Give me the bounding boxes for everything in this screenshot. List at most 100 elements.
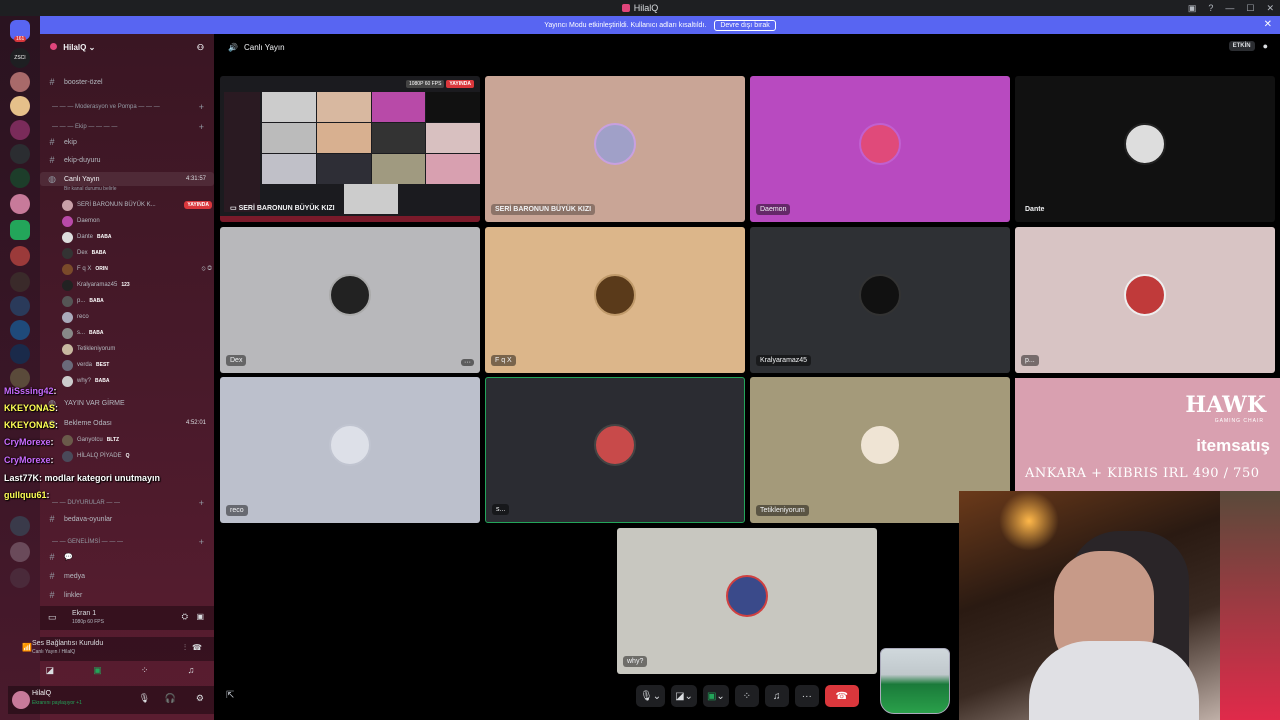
voice-user[interactable]: reco bbox=[62, 309, 212, 325]
more-button[interactable]: ··· bbox=[794, 685, 819, 707]
voice-user[interactable]: Daemon bbox=[62, 213, 212, 229]
participant-tile[interactable]: Dante bbox=[1015, 76, 1275, 222]
channel-ekip[interactable]: # ekip bbox=[40, 135, 214, 149]
server-icon[interactable] bbox=[10, 296, 30, 316]
stop-stream-icon[interactable]: ▣ bbox=[196, 612, 204, 621]
help-icon[interactable]: ? bbox=[1208, 3, 1213, 13]
voice-user[interactable]: why? BABA bbox=[62, 373, 212, 389]
noise-suppression-icon[interactable]: ⫶ bbox=[184, 643, 186, 653]
add-channel-icon[interactable]: + bbox=[199, 122, 204, 132]
stream-settings-icon[interactable]: ⛭ bbox=[182, 612, 188, 622]
channel-bekleme-odasi[interactable]: ◍ Bekleme Odası 4:52:01 bbox=[40, 416, 214, 430]
voice-user[interactable]: F q X ORIN ⦸ ◎ bbox=[62, 261, 212, 277]
activities-icon[interactable]: ⁘ bbox=[141, 665, 149, 676]
voice-user[interactable]: verda BEST bbox=[62, 357, 212, 373]
chat-text: : bbox=[50, 437, 54, 447]
channel-unnamed[interactable]: # 💬 bbox=[40, 550, 214, 564]
camera-off-icon[interactable]: ◪ bbox=[46, 665, 55, 676]
server-icon[interactable] bbox=[10, 168, 30, 188]
voice-user[interactable]: Tetikleniyorum bbox=[62, 341, 212, 357]
voice-location[interactable]: Canlı Yayın / HilalQ bbox=[32, 649, 75, 655]
hash-icon: # bbox=[49, 590, 55, 600]
inbox-icon[interactable]: ▣ bbox=[1188, 3, 1197, 14]
channel-yayin-var-girme[interactable]: ◍ YAYIN VAR GİRME bbox=[40, 396, 214, 410]
category-ekip[interactable]: — — — Ekip — — — — + bbox=[40, 120, 214, 134]
avatar bbox=[329, 423, 371, 466]
add-channel-icon[interactable]: + bbox=[199, 537, 204, 547]
voice-user[interactable]: p... BABA bbox=[62, 293, 212, 309]
headphones-icon[interactable]: 🎧 bbox=[165, 693, 176, 704]
server-header[interactable]: HilalQ ⌄ ⚇ bbox=[40, 34, 214, 60]
participant-tile[interactable]: Dex ··· bbox=[220, 227, 480, 373]
participant-tile[interactable]: why? bbox=[617, 528, 877, 674]
voice-user[interactable]: Kralyaramaz45 123 bbox=[62, 277, 212, 293]
server-icon[interactable] bbox=[10, 568, 30, 588]
participant-tile[interactable]: F q X bbox=[485, 227, 745, 373]
voice-user[interactable]: Dante BABA bbox=[62, 229, 212, 245]
bowl-graphic bbox=[880, 648, 950, 714]
channel-linkler[interactable]: # linkler bbox=[40, 588, 214, 602]
add-channel-icon[interactable]: + bbox=[199, 498, 204, 508]
mute-button[interactable]: 🎙 ⌄ bbox=[636, 685, 666, 707]
channel-ekip-duyuru[interactable]: # ekip-duyuru bbox=[40, 153, 214, 167]
server-icon[interactable] bbox=[10, 344, 30, 364]
server-icon[interactable] bbox=[10, 320, 30, 340]
popout-icon[interactable]: ⇱ bbox=[226, 690, 234, 701]
server-icon[interactable] bbox=[10, 368, 30, 388]
activities-icon: ⁘ bbox=[742, 690, 751, 702]
category-genelimsi[interactable]: — — GENELİMSİ — — — + bbox=[40, 535, 214, 549]
screen-share-icon[interactable]: ▣ bbox=[93, 665, 102, 676]
soundboard-icon[interactable]: ♫ bbox=[188, 665, 195, 675]
voice-user[interactable]: Dex BABA bbox=[62, 245, 212, 261]
server-icon[interactable] bbox=[10, 542, 30, 562]
channel-bedava-oyunlar[interactable]: # bedava-oyunlar bbox=[40, 512, 214, 526]
settings-gear-icon[interactable]: ⚙ bbox=[196, 693, 204, 704]
maximize-button[interactable]: ☐ bbox=[1246, 3, 1254, 14]
leave-call-button[interactable]: ☎ bbox=[824, 685, 859, 707]
participant-tile[interactable]: s... bbox=[485, 377, 745, 523]
soundboard-button[interactable]: ♫ bbox=[764, 685, 789, 707]
add-channel-icon[interactable]: + bbox=[199, 102, 204, 112]
channel-booster-ozel[interactable]: # booster-özel bbox=[40, 75, 214, 89]
server-icon[interactable] bbox=[10, 120, 30, 140]
voice-user[interactable]: Ganyotcu BLTZ bbox=[62, 432, 212, 448]
activity-button[interactable]: ETKİN bbox=[1228, 41, 1255, 51]
close-icon[interactable]: ✕ bbox=[1264, 19, 1272, 30]
disable-streamer-mode-button[interactable]: Devre dışı bırak bbox=[714, 19, 776, 31]
participant-tile[interactable]: Kralyaramaz45 bbox=[750, 227, 1010, 373]
chat-icon[interactable]: ● bbox=[1263, 41, 1268, 51]
more-options-icon[interactable]: ··· bbox=[461, 359, 474, 366]
server-icon-zsci[interactable]: ZSCI bbox=[10, 48, 30, 68]
close-window-button[interactable]: ✕ bbox=[1266, 3, 1274, 14]
channel-canli-yayin[interactable]: ◍ Canlı Yayın 4:31:57 bbox=[40, 172, 214, 186]
minimize-button[interactable]: — bbox=[1225, 3, 1234, 13]
category-duyurular[interactable]: — — DUYURULAR — — + bbox=[40, 496, 214, 510]
participant-tile[interactable]: reco bbox=[220, 377, 480, 523]
server-icon[interactable] bbox=[10, 144, 30, 164]
chat-text: : bbox=[55, 420, 59, 430]
channel-medya[interactable]: # medya bbox=[40, 569, 214, 583]
avatar[interactable] bbox=[12, 691, 30, 709]
add-member-icon[interactable]: ⚇ bbox=[197, 43, 204, 52]
disconnect-icon[interactable]: ☎ bbox=[192, 643, 202, 652]
participant-tile[interactable]: Daemon bbox=[750, 76, 1010, 222]
participant-tile[interactable]: SERİ BARONUN BÜYÜK KIZI bbox=[485, 76, 745, 222]
server-icon[interactable] bbox=[10, 194, 30, 214]
camera-button[interactable]: ◪ ⌄ bbox=[671, 685, 697, 707]
category-moderasyon[interactable]: — — — Moderasyon ve Pompa — — — + bbox=[40, 100, 214, 114]
channel-status[interactable]: Bir kanal durumu belirle bbox=[64, 186, 117, 192]
server-icon[interactable] bbox=[10, 220, 30, 240]
server-icon[interactable] bbox=[10, 272, 30, 292]
stream-tile[interactable]: 1080P 60 FPS YAYINDA ▭ SERİ BARONUN BÜYÜ… bbox=[220, 76, 480, 222]
activities-button[interactable]: ⁘ bbox=[734, 685, 759, 707]
voice-user[interactable]: SERİ BARONUN BÜYÜK K... YAYINDA bbox=[62, 197, 212, 213]
server-icon[interactable] bbox=[10, 96, 30, 116]
server-icon[interactable] bbox=[10, 72, 30, 92]
participant-tile[interactable]: p... bbox=[1015, 227, 1275, 373]
server-icon[interactable] bbox=[10, 246, 30, 266]
microphone-icon[interactable]: 🎙 bbox=[139, 693, 150, 704]
voice-user[interactable]: HİLALQ PİYADE Q bbox=[62, 448, 212, 464]
server-icon[interactable] bbox=[10, 516, 30, 536]
voice-user[interactable]: s... BABA bbox=[62, 325, 212, 341]
screen-share-button[interactable]: ▣ ⌄ bbox=[702, 685, 729, 707]
